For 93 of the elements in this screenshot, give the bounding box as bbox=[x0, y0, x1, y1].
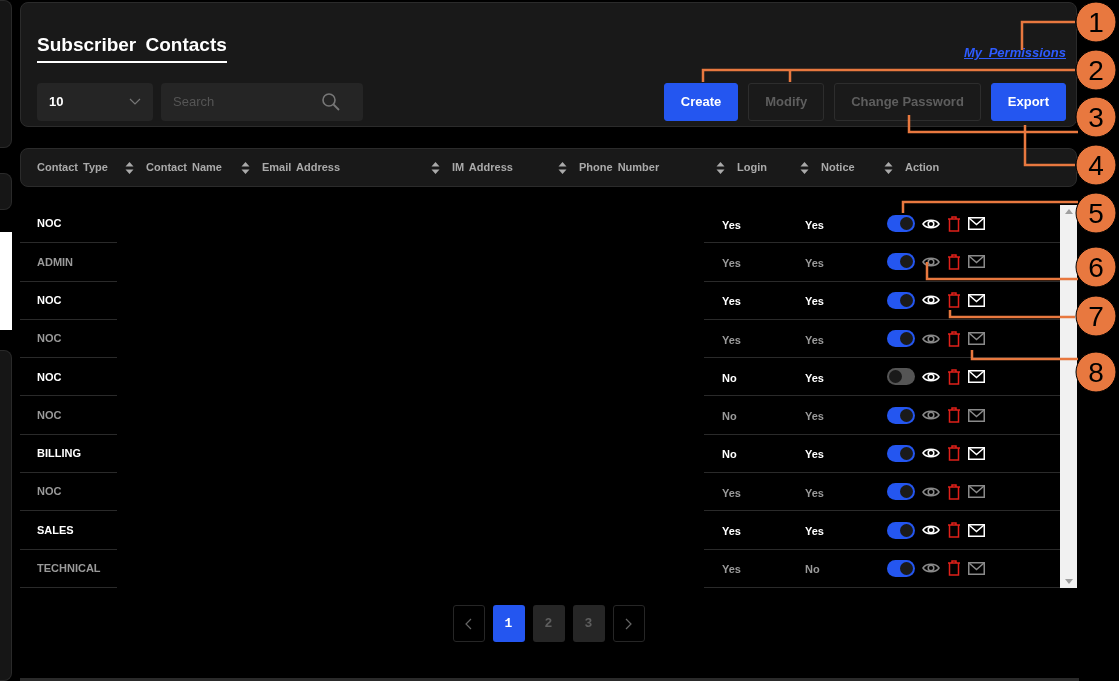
trash-icon[interactable] bbox=[947, 215, 961, 232]
scroll-down-icon[interactable] bbox=[1064, 579, 1073, 584]
trash-icon[interactable] bbox=[947, 560, 961, 577]
page-size-select[interactable]: 10 bbox=[37, 82, 153, 121]
trash-icon[interactable] bbox=[947, 522, 961, 538]
table-cell: Yes bbox=[805, 371, 824, 384]
mail-icon[interactable] bbox=[968, 255, 985, 269]
table-cell: Yes bbox=[805, 333, 824, 346]
sort-icon bbox=[431, 161, 440, 174]
table-cell-text: SALES bbox=[37, 522, 74, 538]
table-cell: No bbox=[722, 371, 737, 384]
trash-icon[interactable] bbox=[947, 368, 961, 385]
table-cell: Yes bbox=[722, 333, 741, 346]
table-cell: Yes bbox=[805, 218, 824, 231]
sort-icon bbox=[558, 161, 567, 174]
table-cell: Yes bbox=[722, 295, 741, 308]
table-cell: Yes bbox=[805, 525, 824, 537]
column-header[interactable]: Contact Name bbox=[146, 159, 262, 176]
table-cell-text: ADMIN bbox=[37, 254, 74, 270]
table-cell: Yes bbox=[722, 525, 741, 537]
column-header[interactable]: Email Address bbox=[262, 159, 452, 176]
trash-icon[interactable] bbox=[947, 292, 961, 309]
search-icon bbox=[321, 91, 341, 112]
column-header[interactable]: Action bbox=[905, 159, 965, 176]
leader-line bbox=[1020, 20, 1075, 50]
callout-badge: 2 bbox=[1075, 49, 1117, 91]
callout-badge: 8 bbox=[1075, 351, 1117, 393]
callout-badge: 6 bbox=[1075, 246, 1117, 288]
column-header[interactable]: IM Address bbox=[452, 159, 579, 176]
table-cell: Yes bbox=[722, 486, 741, 499]
trash-icon[interactable] bbox=[947, 330, 961, 347]
toggle-switch[interactable] bbox=[887, 444, 915, 462]
column-header[interactable]: Contact Type bbox=[37, 159, 146, 176]
trash-icon[interactable] bbox=[947, 445, 961, 462]
page-title: Subscriber Contacts bbox=[37, 31, 227, 63]
table-cell: Yes bbox=[805, 410, 824, 423]
sort-icon bbox=[800, 161, 809, 174]
action-button[interactable]: Create bbox=[663, 82, 739, 121]
toggle-switch[interactable] bbox=[887, 330, 915, 348]
sort-icon bbox=[884, 161, 893, 174]
trash-icon[interactable] bbox=[947, 483, 961, 500]
toggle-switch[interactable] bbox=[887, 253, 915, 271]
trash-icon[interactable] bbox=[947, 407, 961, 424]
scroll-up-icon[interactable] bbox=[1064, 209, 1073, 214]
table-cell: Yes bbox=[805, 295, 824, 308]
toggle-switch[interactable] bbox=[887, 406, 915, 424]
chevron-left-icon bbox=[465, 617, 472, 630]
column-header[interactable]: Login bbox=[737, 159, 821, 176]
toggle-switch[interactable] bbox=[887, 483, 915, 501]
table-cell: Yes bbox=[805, 448, 824, 461]
mail-icon[interactable] bbox=[968, 561, 985, 575]
page-button[interactable]: 1 bbox=[492, 605, 525, 642]
chevron-right-icon bbox=[625, 617, 632, 630]
side-panel bbox=[0, 173, 12, 210]
toggle-switch[interactable] bbox=[887, 559, 915, 577]
mail-icon[interactable] bbox=[968, 408, 985, 422]
toggle-switch[interactable] bbox=[887, 215, 915, 233]
trash-icon[interactable] bbox=[947, 253, 961, 270]
callout-badge: 1 bbox=[1075, 1, 1117, 43]
callout-badge: 7 bbox=[1075, 295, 1117, 337]
toggle-switch[interactable] bbox=[887, 521, 915, 539]
table-cell-text: NOC bbox=[37, 407, 62, 423]
sort-icon bbox=[125, 161, 134, 174]
action-button[interactable]: Export bbox=[990, 82, 1066, 121]
table-cell: Yes bbox=[805, 486, 824, 499]
mail-icon[interactable] bbox=[968, 332, 985, 346]
eye-icon[interactable] bbox=[922, 523, 940, 537]
chevron-down-icon bbox=[129, 97, 141, 106]
callout-badge: 4 bbox=[1075, 144, 1117, 186]
column-header[interactable]: Notice bbox=[821, 159, 905, 176]
column-header[interactable]: Phone Number bbox=[579, 159, 737, 176]
callout-badge: 3 bbox=[1075, 96, 1117, 138]
scrollbar[interactable] bbox=[1060, 205, 1077, 588]
table-cell: Yes bbox=[805, 256, 824, 269]
table-cell: No bbox=[722, 448, 737, 461]
table-cell-text: NOC bbox=[37, 484, 62, 500]
table-cell: No bbox=[722, 410, 737, 423]
table-cell: Yes bbox=[722, 256, 741, 269]
toggle-switch[interactable] bbox=[887, 368, 915, 386]
table-cell: Yes bbox=[722, 563, 741, 576]
sort-icon bbox=[716, 161, 725, 174]
table-cell-text: BILLING bbox=[37, 446, 81, 462]
table-cell-text: NOC bbox=[37, 369, 62, 385]
table-cell-text: NOC bbox=[37, 293, 62, 308]
table-cell: Yes bbox=[722, 218, 741, 231]
table-cell-text: TECHNICAL bbox=[37, 561, 101, 577]
callout-badge: 5 bbox=[1075, 192, 1117, 234]
mail-icon[interactable] bbox=[968, 485, 985, 499]
table-cell-text: NOC bbox=[37, 216, 62, 232]
sort-icon bbox=[241, 161, 250, 174]
table-cell-text: NOC bbox=[37, 331, 62, 347]
toggle-switch[interactable] bbox=[887, 291, 915, 309]
table-cell: No bbox=[805, 563, 820, 576]
